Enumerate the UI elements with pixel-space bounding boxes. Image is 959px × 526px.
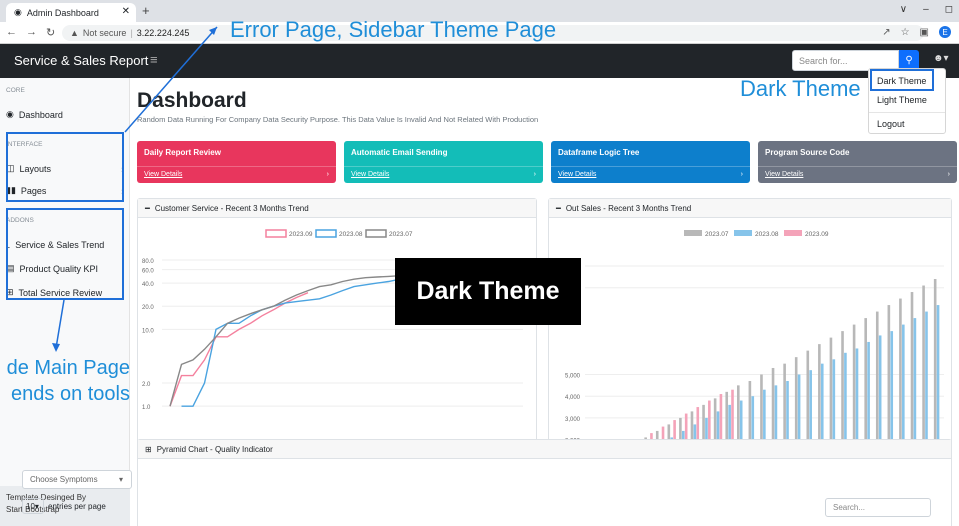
screenshot-root: { "browser": { "tab_title": "Admin Dashb…	[0, 0, 959, 526]
arrow-line	[124, 26, 218, 133]
arrow-line	[55, 299, 65, 349]
arrow-head	[52, 343, 60, 352]
annotation-arrows	[52, 26, 218, 352]
